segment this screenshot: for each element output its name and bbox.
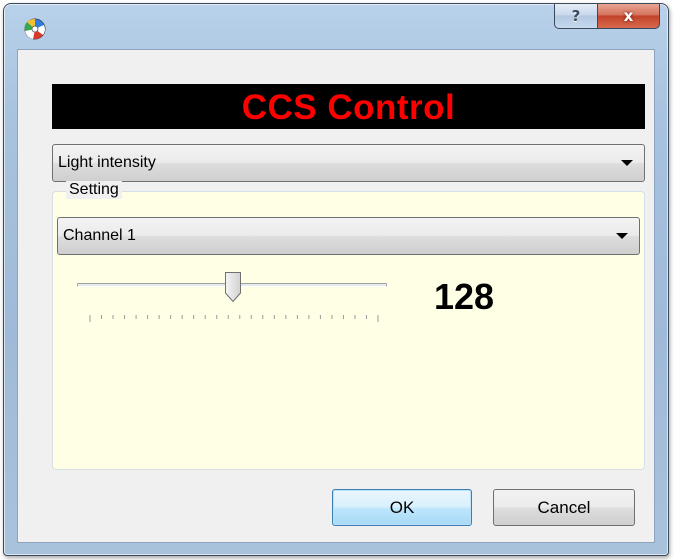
mode-dropdown[interactable]: Light intensity bbox=[52, 144, 645, 182]
close-icon: x bbox=[623, 7, 634, 25]
chevron-down-icon bbox=[621, 160, 633, 166]
setting-groupbox: Setting Channel 1 128 bbox=[52, 181, 645, 470]
intensity-value-display: 128 bbox=[434, 276, 495, 317]
ok-button-label: OK bbox=[389, 497, 415, 517]
channel-dropdown-value: Channel 1 bbox=[63, 227, 136, 244]
caption-buttons: ? x bbox=[554, 4, 660, 30]
setting-group-label: Setting bbox=[66, 181, 122, 199]
ok-button[interactable]: OK bbox=[332, 489, 472, 526]
cancel-button[interactable]: Cancel bbox=[493, 489, 635, 526]
mode-dropdown-value: Light intensity bbox=[58, 154, 156, 171]
close-button[interactable]: x bbox=[598, 4, 660, 29]
help-button[interactable]: ? bbox=[554, 4, 598, 29]
title-banner: CCS Control bbox=[52, 84, 645, 129]
banner-title: CCS Control bbox=[241, 87, 456, 127]
channel-dropdown[interactable]: Channel 1 bbox=[57, 217, 640, 255]
intensity-slider-ticks bbox=[89, 315, 379, 322]
dialog-window: ? x CCS Control Light intensity Setting … bbox=[3, 3, 669, 556]
help-icon: ? bbox=[571, 7, 581, 25]
intensity-slider-thumb[interactable] bbox=[224, 271, 242, 303]
title-bar[interactable]: ? x bbox=[4, 4, 668, 48]
cancel-button-label: Cancel bbox=[537, 497, 591, 517]
app-icon bbox=[24, 18, 46, 40]
chevron-down-icon bbox=[616, 233, 628, 239]
dialog-client-area: CCS Control Light intensity Setting Chan… bbox=[17, 49, 655, 543]
